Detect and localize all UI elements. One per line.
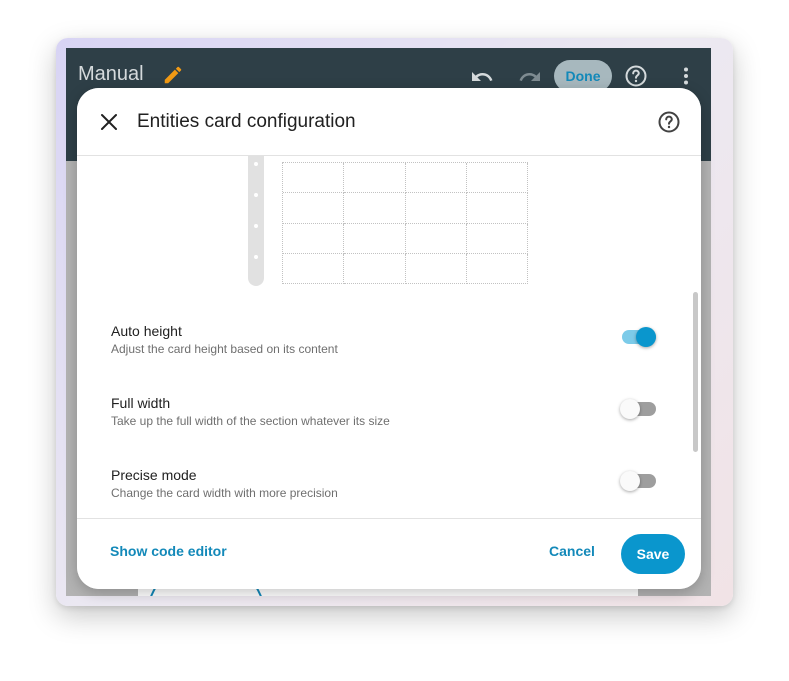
dialog-scrollbar[interactable]	[693, 292, 698, 452]
grid-cell	[344, 223, 406, 254]
option-description: Take up the full width of the section wh…	[111, 414, 390, 428]
grid-cell	[405, 253, 467, 284]
dialog-body: Auto height Adjust the card height based…	[77, 156, 701, 518]
grid-cell	[283, 163, 345, 194]
cancel-button[interactable]: Cancel	[539, 543, 605, 559]
undo-icon[interactable]	[470, 65, 494, 89]
save-button[interactable]: Save	[621, 534, 685, 574]
handle-dot	[254, 162, 258, 166]
grid-cell	[405, 163, 467, 194]
precise-mode-toggle[interactable]	[620, 469, 660, 493]
full-width-toggle[interactable]	[620, 397, 660, 421]
option-label: Full width	[111, 395, 171, 411]
toggle-thumb	[636, 327, 656, 347]
pencil-icon[interactable]	[162, 64, 184, 86]
more-vertical-icon[interactable]	[674, 64, 698, 88]
option-full-width: Full width Take up the full width of the…	[77, 395, 701, 445]
toggle-thumb	[620, 471, 640, 491]
show-code-editor-button[interactable]: Show code editor	[99, 543, 238, 559]
help-circle-icon[interactable]	[657, 110, 681, 134]
grid-cell	[283, 223, 345, 254]
handle-dot	[254, 224, 258, 228]
card-config-dialog: Entities card configuration Auto height …	[77, 88, 701, 589]
option-label: Precise mode	[111, 467, 197, 483]
option-precise-mode: Precise mode Change the card width with …	[77, 467, 701, 517]
dialog-header: Entities card configuration	[77, 88, 701, 156]
grid-cell	[466, 253, 528, 284]
help-circle-icon[interactable]	[624, 64, 648, 88]
option-description: Adjust the card height based on its cont…	[111, 342, 338, 356]
grid-cell	[344, 253, 406, 284]
grid-cell	[466, 223, 528, 254]
handle-dot	[254, 255, 258, 259]
grid-cell	[344, 193, 406, 224]
option-description: Change the card width with more precisio…	[111, 486, 338, 500]
grid-cell	[405, 223, 467, 254]
dialog-footer: Show code editor Cancel Save	[77, 518, 701, 589]
layout-grid-preview	[282, 162, 528, 284]
redo-icon[interactable]	[518, 65, 542, 89]
dialog-title: Entities card configuration	[137, 111, 356, 132]
handle-dot	[254, 193, 258, 197]
grid-cell	[344, 163, 406, 194]
dashboard-title: Manual	[78, 63, 144, 85]
grid-cell	[283, 253, 345, 284]
close-icon[interactable]	[97, 110, 121, 134]
grid-cell	[466, 163, 528, 194]
height-resize-handle[interactable]	[248, 156, 264, 286]
auto-height-toggle[interactable]	[620, 325, 660, 349]
option-label: Auto height	[111, 323, 182, 339]
grid-cell	[283, 193, 345, 224]
grid-cell	[466, 193, 528, 224]
toggle-thumb	[620, 399, 640, 419]
grid-cell	[405, 193, 467, 224]
option-auto-height: Auto height Adjust the card height based…	[77, 323, 701, 373]
